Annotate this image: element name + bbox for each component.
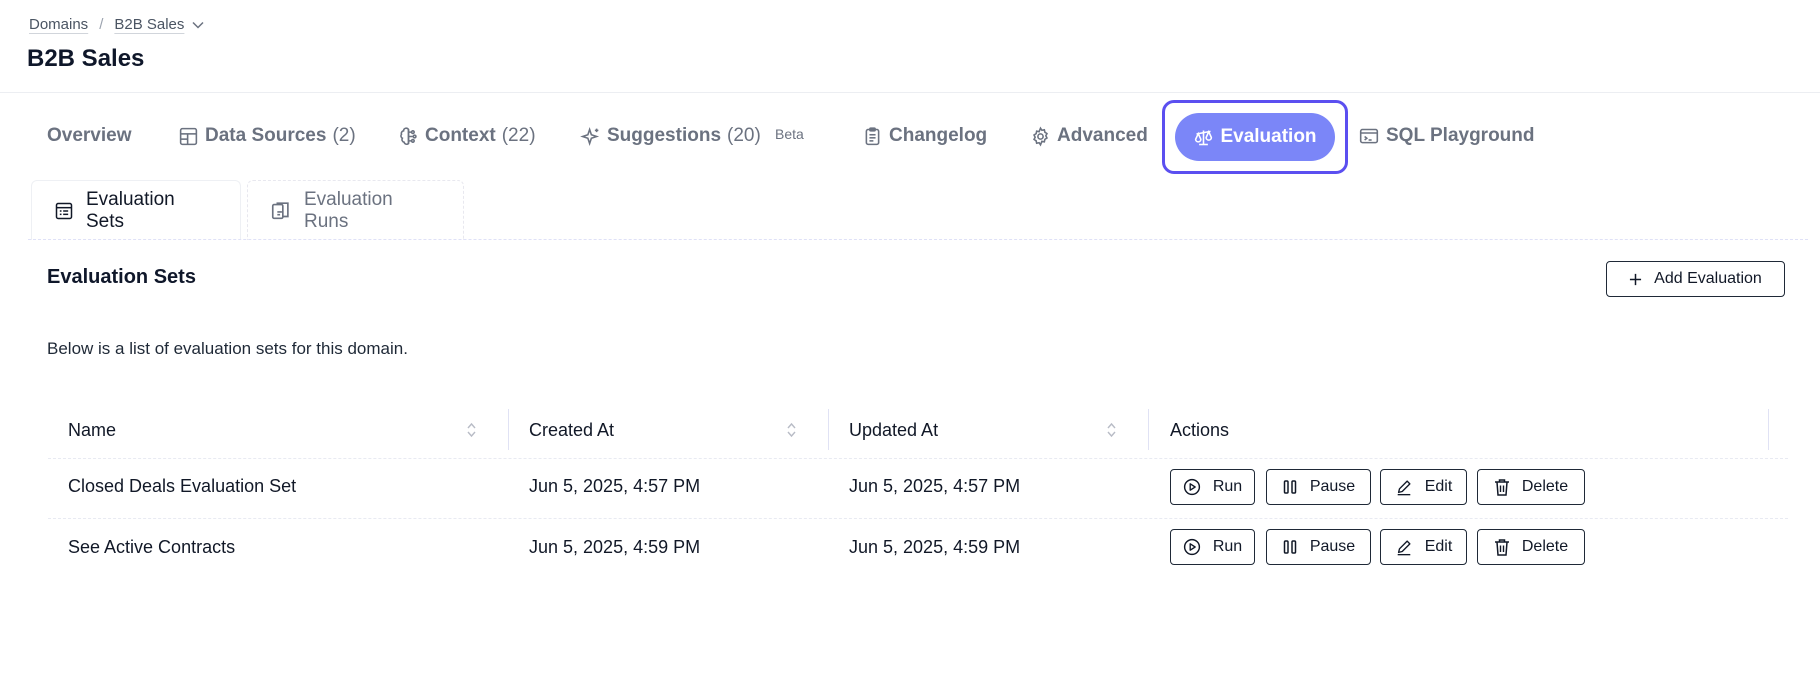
edit-label: Edit	[1424, 478, 1453, 495]
breadcrumb-separator: /	[99, 16, 104, 33]
add-evaluation-button[interactable]: Add Evaluation	[1606, 261, 1785, 297]
trash-icon	[1494, 538, 1510, 556]
page-title: B2B Sales	[27, 45, 145, 72]
tab-label: Evaluation	[1220, 126, 1317, 147]
column-header-name[interactable]: Name	[68, 409, 116, 451]
breadcrumb-domains-link[interactable]: Domains	[29, 16, 88, 33]
column-separator	[508, 409, 509, 450]
cell-created-at: Jun 5, 2025, 4:57 PM	[529, 476, 701, 496]
subtab-label: Evaluation Runs	[304, 188, 393, 232]
pause-button[interactable]: Pause	[1266, 469, 1371, 505]
tab-count: (2)	[332, 125, 356, 146]
tab-count: (22)	[501, 125, 536, 146]
cell-updated-at: Jun 5, 2025, 4:59 PM	[849, 537, 1021, 557]
column-separator	[1768, 409, 1769, 450]
tab-advanced[interactable]: Advanced	[1030, 117, 1148, 155]
terminal-window-icon	[1358, 126, 1380, 147]
tab-label: Context	[425, 125, 496, 146]
column-header-created-at[interactable]: Created At	[529, 409, 614, 451]
pencil-icon	[1395, 538, 1413, 556]
trash-icon	[1494, 478, 1510, 496]
tab-label: Advanced	[1057, 125, 1148, 146]
tab-data-sources[interactable]: Data Sources (2)	[178, 117, 356, 155]
column-separator	[828, 409, 829, 450]
edit-button[interactable]: Edit	[1380, 469, 1467, 505]
beta-badge: Beta	[775, 126, 804, 142]
pause-icon	[1282, 539, 1298, 555]
tab-context[interactable]: Context (22)	[398, 117, 536, 155]
subtab-evaluation-sets[interactable]: Evaluation Sets	[31, 180, 241, 240]
run-label: Run	[1212, 478, 1243, 495]
delete-button[interactable]: Delete	[1477, 469, 1585, 505]
chevron-down-icon[interactable]	[192, 21, 204, 29]
run-button[interactable]: Run	[1170, 469, 1255, 505]
tab-sql-playground[interactable]: SQL Playground	[1358, 117, 1535, 155]
column-separator	[1148, 409, 1149, 450]
play-circle-icon	[1183, 538, 1201, 556]
plus-icon	[1629, 273, 1642, 286]
edit-label: Edit	[1424, 538, 1453, 555]
tab-suggestions[interactable]: Suggestions (20)	[580, 117, 761, 155]
cell-updated-at: Jun 5, 2025, 4:57 PM	[849, 476, 1021, 496]
scale-icon	[1193, 127, 1214, 148]
tab-label: Overview	[47, 125, 132, 146]
sort-icon[interactable]	[1106, 421, 1117, 439]
add-evaluation-label: Add Evaluation	[1654, 270, 1762, 287]
tab-label: Data Sources	[205, 125, 327, 146]
tab-overview[interactable]: Overview	[47, 117, 132, 155]
breadcrumb: Domains / B2B Sales	[29, 16, 204, 33]
column-header-label: Name	[68, 419, 117, 440]
tab-label: Changelog	[889, 125, 988, 146]
pause-button[interactable]: Pause	[1266, 529, 1371, 565]
run-button[interactable]: Run	[1170, 529, 1255, 565]
column-header-label: Updated At	[849, 419, 939, 440]
section-title: Evaluation Sets	[47, 266, 196, 288]
delete-label: Delete	[1521, 478, 1569, 495]
column-header-actions: Actions	[1170, 409, 1229, 451]
column-header-label: Created At	[529, 419, 615, 440]
play-circle-icon	[1183, 478, 1201, 496]
pencil-icon	[1395, 478, 1413, 496]
gear-icon	[1030, 126, 1051, 147]
pause-label: Pause	[1309, 478, 1356, 495]
subtab-label: Evaluation Sets	[86, 188, 175, 232]
tab-evaluation[interactable]: Evaluation	[1175, 113, 1335, 161]
tab-count: (20)	[727, 125, 761, 146]
clipboard-icon	[862, 126, 883, 147]
cell-name: Closed Deals Evaluation Set	[68, 476, 297, 496]
sparkles-icon	[580, 126, 601, 147]
sort-icon[interactable]	[466, 421, 477, 439]
delete-button[interactable]: Delete	[1477, 529, 1585, 565]
pause-label: Pause	[1309, 538, 1356, 555]
delete-label: Delete	[1521, 538, 1569, 555]
cell-name: See Active Contracts	[68, 537, 236, 557]
row-divider	[48, 458, 1788, 459]
column-header-label: Actions	[1170, 419, 1230, 440]
table-layout-icon	[178, 126, 199, 147]
brain-circuit-icon	[398, 126, 419, 147]
breadcrumb-current-domain[interactable]: B2B Sales	[114, 16, 184, 33]
copy-files-icon	[270, 200, 292, 222]
tab-changelog[interactable]: Changelog	[862, 117, 987, 155]
panel-top-border	[28, 239, 1808, 240]
section-description: Below is a list of evaluation sets for t…	[47, 339, 408, 358]
calendar-table-icon	[54, 201, 74, 221]
pause-icon	[1282, 479, 1298, 495]
sort-icon[interactable]	[786, 421, 797, 439]
tab-label: SQL Playground	[1386, 125, 1535, 146]
column-header-updated-at[interactable]: Updated At	[849, 409, 938, 451]
subtab-evaluation-runs[interactable]: Evaluation Runs	[247, 180, 464, 240]
edit-button[interactable]: Edit	[1380, 529, 1467, 565]
run-label: Run	[1212, 538, 1243, 555]
tab-label: Suggestions	[607, 125, 722, 146]
cell-created-at: Jun 5, 2025, 4:59 PM	[529, 537, 701, 557]
header-divider	[0, 92, 1820, 93]
row-divider	[48, 518, 1788, 519]
